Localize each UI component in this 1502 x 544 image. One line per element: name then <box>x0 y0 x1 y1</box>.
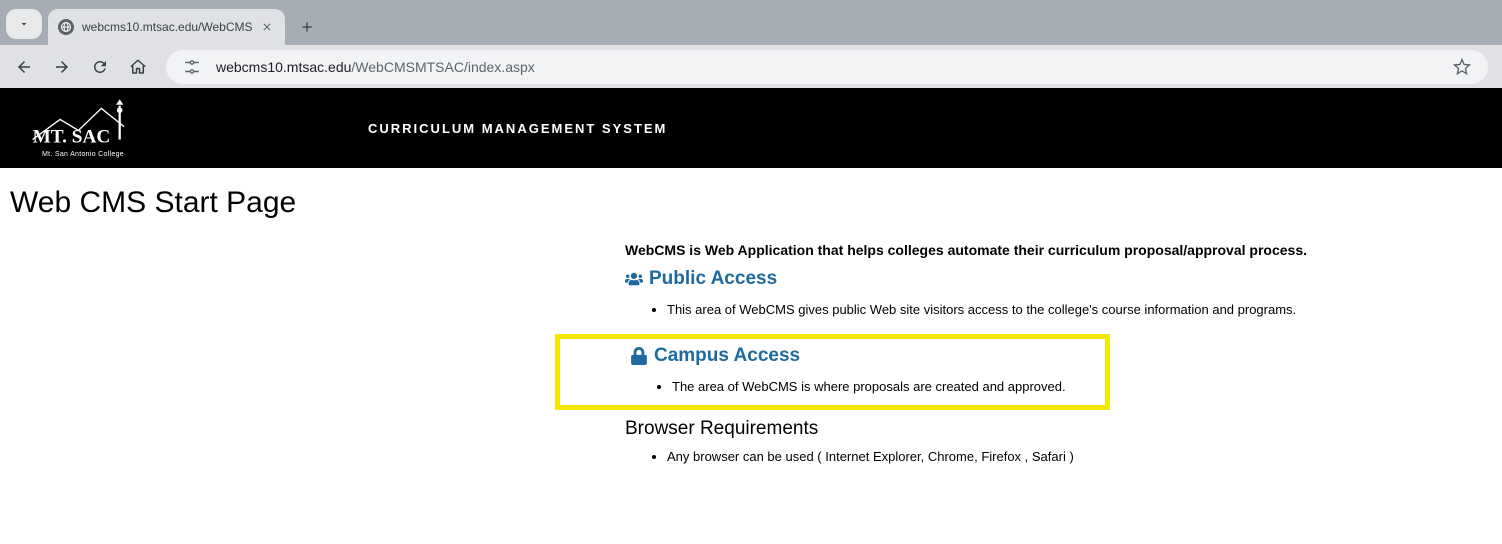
new-tab-button[interactable] <box>293 13 321 41</box>
svg-text:MT. SAC: MT. SAC <box>33 126 111 147</box>
home-icon <box>129 58 147 76</box>
campus-access-desc: The area of WebCMS is where proposals ar… <box>672 378 1099 397</box>
browser-tab[interactable]: webcms10.mtsac.edu/WebCMS <box>48 9 285 45</box>
site-header: MT. SAC Mt. San Antonio College CURRICUL… <box>0 88 1502 168</box>
list-item: This area of WebCMS gives public Web sit… <box>667 301 1385 320</box>
globe-icon <box>58 19 74 35</box>
header-title: CURRICULUM MANAGEMENT SYSTEM <box>368 121 667 136</box>
campus-access-link[interactable]: Campus Access <box>630 345 800 367</box>
site-settings-icon[interactable] <box>178 56 206 78</box>
public-access-link[interactable]: Public Access <box>625 268 777 290</box>
mtsac-logo-icon: MT. SAC <box>28 98 138 150</box>
browser-req-heading: Browser Requirements <box>625 418 1385 440</box>
plus-icon <box>299 19 315 35</box>
reload-icon <box>91 58 109 76</box>
browser-tab-strip: webcms10.mtsac.edu/WebCMS <box>0 0 1502 45</box>
list-item: Any browser can be used ( Internet Explo… <box>667 448 1385 467</box>
star-icon <box>1453 58 1471 76</box>
page-content: Web CMS Start Page WebCMS is Web Applica… <box>0 168 1502 501</box>
tab-title: webcms10.mtsac.edu/WebCMS <box>82 20 253 34</box>
campus-access-label: Campus Access <box>654 345 800 367</box>
page-title: Web CMS Start Page <box>10 186 1492 220</box>
tab-search-dropdown[interactable] <box>6 9 42 39</box>
chevron-down-icon <box>18 18 30 30</box>
users-icon <box>625 270 643 288</box>
arrow-left-icon <box>15 58 33 76</box>
url-text: webcms10.mtsac.edu/WebCMSMTSAC/index.asp… <box>216 59 1448 75</box>
logo-subtitle: Mt. San Antonio College <box>42 151 124 158</box>
list-item: The area of WebCMS is where proposals ar… <box>672 378 1099 397</box>
browser-toolbar: webcms10.mtsac.edu/WebCMSMTSAC/index.asp… <box>0 45 1502 88</box>
campus-access-highlight: Campus Access The area of WebCMS is wher… <box>555 334 1110 410</box>
intro-text: WebCMS is Web Application that helps col… <box>625 242 1385 258</box>
close-icon[interactable] <box>259 19 275 35</box>
back-button[interactable] <box>8 51 40 83</box>
browser-req-desc: Any browser can be used ( Internet Explo… <box>667 448 1385 467</box>
address-bar[interactable]: webcms10.mtsac.edu/WebCMSMTSAC/index.asp… <box>166 50 1488 84</box>
public-access-label: Public Access <box>649 268 777 290</box>
home-button[interactable] <box>122 51 154 83</box>
bookmark-button[interactable] <box>1448 53 1476 81</box>
reload-button[interactable] <box>84 51 116 83</box>
arrow-right-icon <box>53 58 71 76</box>
public-access-desc: This area of WebCMS gives public Web sit… <box>667 301 1385 320</box>
site-logo[interactable]: MT. SAC Mt. San Antonio College <box>28 98 138 158</box>
forward-button[interactable] <box>46 51 78 83</box>
lock-icon <box>630 347 648 365</box>
